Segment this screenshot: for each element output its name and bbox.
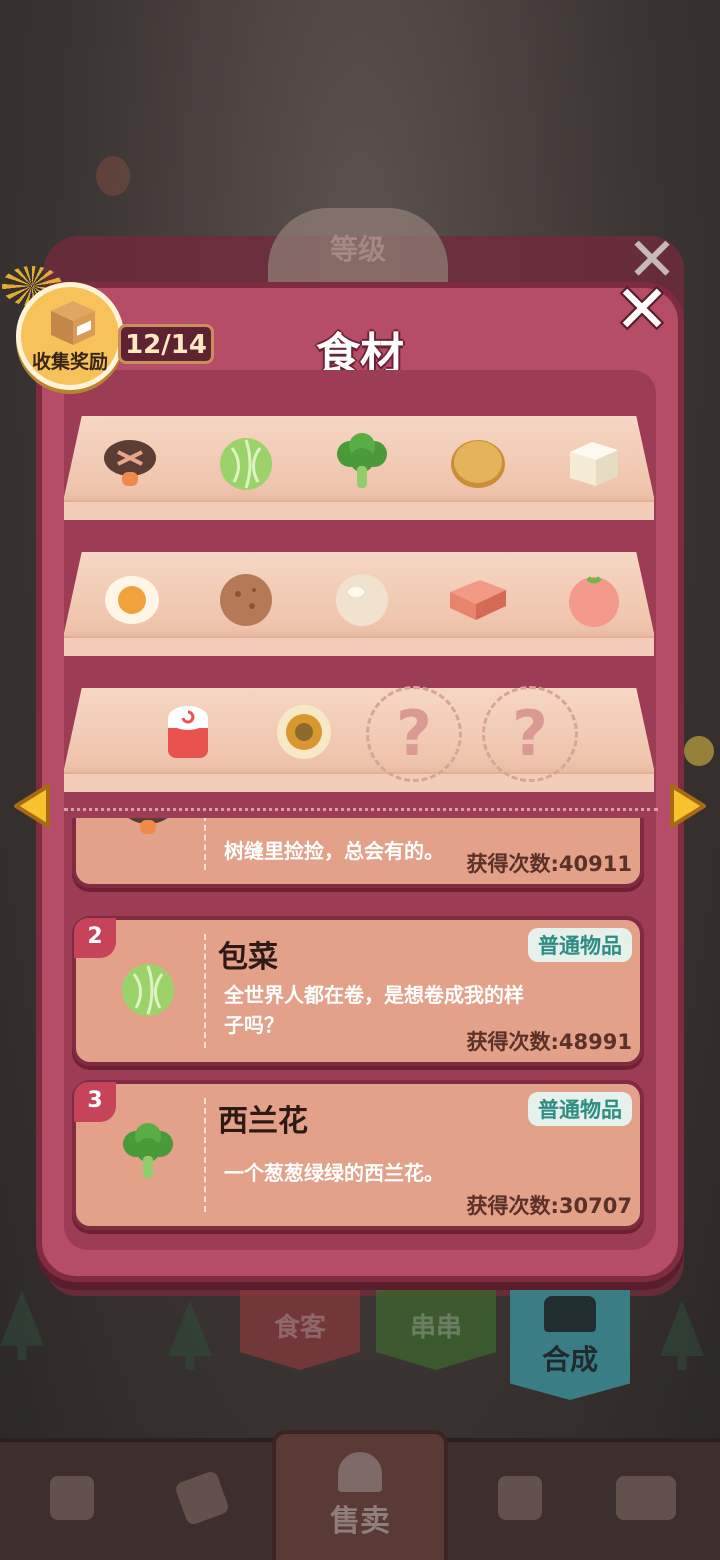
broccoli-icon [123,1123,173,1178]
package-box-icon [51,301,95,345]
item-rarity-tag: 普通物品 [528,928,632,962]
tree-decoration [168,1300,212,1370]
next-arrow-icon[interactable] [668,782,708,830]
tab-skewers-label: 串串 [409,1313,462,1343]
potato-slice-icon[interactable] [446,430,510,494]
nav-shop[interactable] [10,1466,130,1546]
item-name: 包菜 [218,940,278,975]
tab-skewers[interactable]: 串串 [376,1280,496,1370]
pot-icon [544,1296,596,1332]
close-button[interactable]: ✕ [606,277,678,343]
cabbage-icon [122,964,174,1016]
map-icon [498,1476,542,1520]
prev-arrow-icon[interactable] [12,782,52,830]
collection-progress: 12/14 [118,324,214,364]
mushroom-icon [128,818,168,834]
mushroom-icon[interactable] [98,430,162,494]
nav-ticket[interactable] [140,1466,260,1546]
service-bell-icon [338,1452,382,1492]
tofu-icon[interactable] [562,430,626,494]
list-item[interactable]: 3 西兰花 普通物品 一个葱葱绿绿的西兰花。 获得次数:30707 [72,1080,644,1230]
tab-diners-label: 食客 [273,1313,326,1343]
unknown-ingredient-slot: ? [366,686,462,782]
nav-bus[interactable] [586,1466,706,1546]
shrimp-ball-icon[interactable] [562,566,626,630]
shop-bag-icon [50,1476,94,1520]
item-rarity-tag: 普通物品 [528,1092,632,1126]
card-separator [204,934,206,1048]
tab-diners[interactable]: 食客 [240,1280,360,1370]
meatball-icon[interactable] [214,566,278,630]
nav-map[interactable] [458,1466,578,1546]
tree-decoration [660,1300,704,1370]
list-item[interactable]: 2 包菜 普通物品 全世界人都在卷，是想卷成我的样子吗？ 获得次数:48991 [72,916,644,1066]
item-name: 西兰花 [218,1104,308,1139]
nav-sell[interactable]: 售卖 [272,1430,448,1560]
section-divider [64,808,658,811]
smiley-decoration [684,736,714,766]
cabbage-icon[interactable] [214,430,278,494]
item-number-badge: 3 [74,1082,116,1122]
item-obtain-count: 获得次数:30707 [466,1194,632,1218]
ticket-icon [173,1469,231,1527]
level-label: 等级 [329,233,386,266]
tab-compose-label: 合成 [541,1343,598,1376]
item-obtain-count: 获得次数:40911 [466,852,632,876]
card-separator [204,1098,206,1212]
collection-progress-text: 12/14 [125,330,207,360]
card-separator [204,818,206,870]
tree-decoration [0,1290,44,1360]
luncheon-meat-icon[interactable] [446,566,510,630]
collect-reward-button[interactable]: 收集奖励 [16,282,124,390]
broccoli-icon[interactable] [330,430,394,494]
unknown-ingredient-slot: ? [482,686,578,782]
fishball-icon[interactable] [330,566,394,630]
item-description: 一个葱葱绿绿的西兰花。 [224,1161,444,1185]
egg-icon[interactable] [100,566,164,630]
balloon-decoration [96,156,130,196]
egg-roll-icon[interactable] [272,700,336,764]
nav-sell-label: 售卖 [330,1504,390,1539]
ingredient-list[interactable]: 树缝里捡捡，总会有的。 获得次数:40911 2 包菜 普通物品 全世界人都在卷… [70,818,646,1236]
tab-compose[interactable]: 合成 [510,1282,630,1400]
bottom-nav: 售卖 [0,1430,720,1560]
item-number-badge: 2 [74,918,116,958]
fishcake-roll-icon[interactable] [156,700,220,764]
bus-icon [616,1476,676,1520]
collect-reward-label: 收集奖励 [31,351,108,373]
list-item[interactable]: 树缝里捡捡，总会有的。 获得次数:40911 [72,818,644,888]
item-obtain-count: 获得次数:48991 [466,1030,632,1054]
